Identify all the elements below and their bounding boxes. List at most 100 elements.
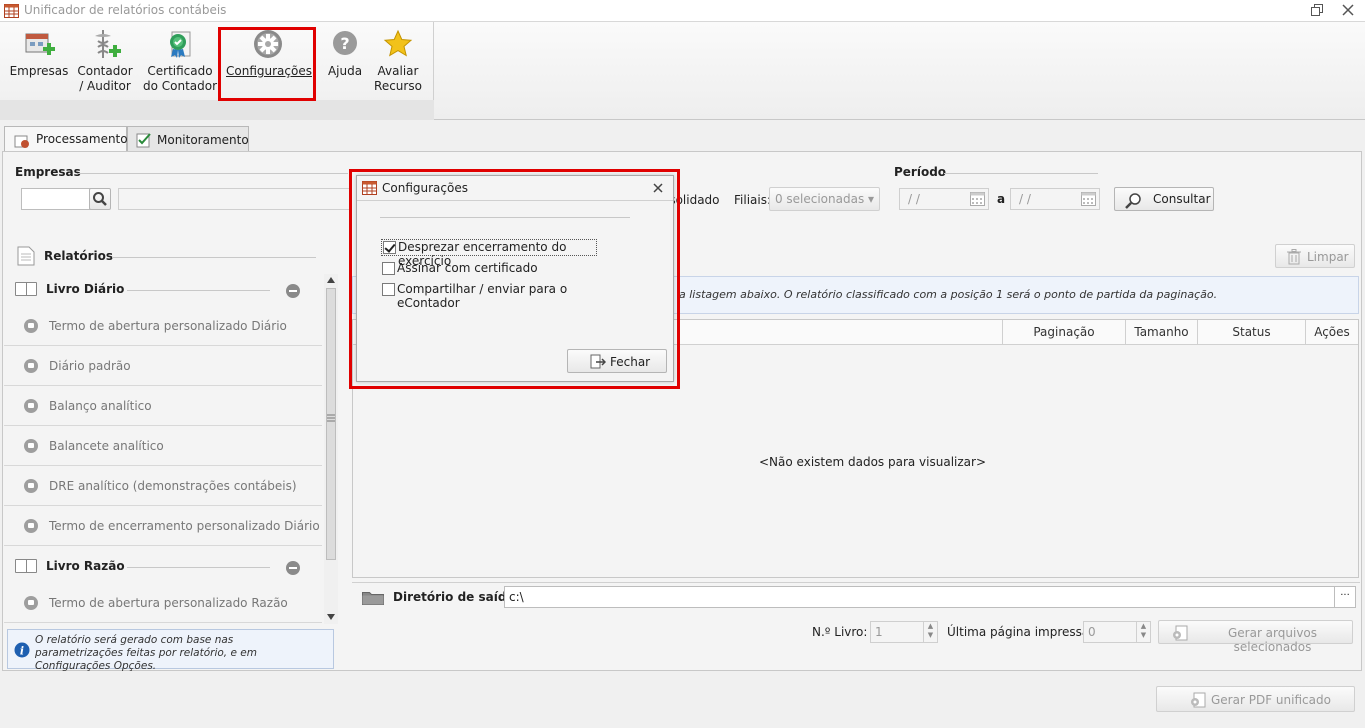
- limpar-label: Limpar: [1307, 250, 1349, 264]
- livro-stepper[interactable]: 1 ▲ ▼: [870, 621, 938, 643]
- search-icon: [93, 192, 107, 206]
- ultima-value: 0: [1088, 625, 1096, 639]
- browse-button[interactable]: ···: [1334, 586, 1356, 608]
- svg-text:?: ?: [340, 34, 349, 53]
- grip-icon: [327, 414, 335, 422]
- date-to-input[interactable]: / /: [1010, 188, 1100, 210]
- svg-text:i: i: [20, 645, 24, 658]
- list-item[interactable]: Termo de abertura personalizado Razão: [4, 583, 322, 623]
- livro-spin-buttons[interactable]: ▲ ▼: [923, 622, 937, 642]
- avaliar-recurso-button[interactable]: Avaliar Recurso: [372, 28, 424, 94]
- empresa-code-input[interactable]: [21, 188, 91, 210]
- group-separator: [127, 290, 270, 291]
- gerar-selecionados-button[interactable]: Gerar arquivos selecionados: [1158, 620, 1353, 654]
- certificado-button[interactable]: Certificado do Contador: [142, 28, 218, 94]
- list-item-label: Balanço analítico: [49, 399, 152, 413]
- list-item[interactable]: Termo de abertura personalizado Diário: [4, 306, 322, 346]
- star-icon: [382, 28, 414, 60]
- restore-icon[interactable]: [1311, 4, 1324, 17]
- scroll-down-icon[interactable]: [327, 614, 335, 620]
- configuracoes-highlight: [218, 27, 316, 101]
- reports-info-box: i O relatório será gerado com base nas p…: [7, 629, 334, 672]
- column-acoes[interactable]: Ações: [1306, 320, 1358, 345]
- tab-monitoramento[interactable]: Monitoramento: [127, 126, 249, 152]
- ajuda-label: Ajuda: [327, 64, 363, 78]
- output-dir-value: c:\: [509, 590, 524, 604]
- dialog-highlight: [349, 169, 680, 389]
- gear-doc-icon: [1191, 692, 1206, 708]
- browse-label: ···: [1340, 590, 1350, 601]
- list-item-label: Termo de encerramento personalizado Diár…: [49, 519, 320, 533]
- empresas-label: Empresas: [9, 64, 69, 78]
- column-paginacao[interactable]: Paginação: [1002, 320, 1126, 345]
- lock-icon: [24, 596, 38, 610]
- contador-auditor-button[interactable]: Contador / Auditor: [76, 28, 134, 94]
- collapse-icon[interactable]: [286, 561, 300, 575]
- empresas-separator: [78, 173, 348, 174]
- list-item[interactable]: DRE analítico (demonstrações contábeis): [4, 466, 322, 506]
- empresa-name-field: [118, 188, 352, 210]
- filiais-value: 0 selecionadas: [774, 192, 865, 206]
- periodo-label: Período: [894, 165, 947, 179]
- chevron-down-icon: ▾: [864, 192, 875, 206]
- list-item[interactable]: Balancete analítico: [4, 426, 322, 466]
- ajuda-button[interactable]: ? Ajuda: [322, 28, 368, 79]
- group-title: Livro Diário: [46, 282, 125, 296]
- consultar-button[interactable]: Consultar: [1114, 187, 1214, 211]
- lock-icon: [24, 399, 38, 413]
- periodo-separator: [944, 173, 1098, 174]
- avaliar-recurso-label: Avaliar Recurso: [374, 64, 422, 93]
- list-item[interactable]: Diário padrão: [4, 346, 322, 386]
- ultima-label: Última página impressa:: [947, 625, 1094, 639]
- lock-icon: [24, 479, 38, 493]
- filiais-dropdown[interactable]: 0 selecionadas ▾: [769, 187, 880, 211]
- list-item-label: Termo de abertura personalizado Razão: [49, 596, 288, 610]
- close-icon[interactable]: [1342, 4, 1354, 16]
- tab-processamento[interactable]: Processamento: [4, 126, 128, 153]
- calendar-icon[interactable]: [970, 192, 985, 206]
- processing-icon: [14, 135, 29, 148]
- document-icon: [17, 246, 35, 266]
- ultima-spin-buttons[interactable]: ▲ ▼: [1136, 622, 1150, 642]
- trash-icon: [1287, 249, 1301, 265]
- date-to-value: / /: [1019, 192, 1031, 206]
- column-status[interactable]: Status: [1198, 320, 1306, 345]
- ultima-stepper[interactable]: 0 ▲ ▼: [1083, 621, 1151, 643]
- scrollbar-thumb[interactable]: [326, 288, 336, 560]
- lock-icon: [24, 319, 38, 333]
- output-dir-label: Diretório de saída:: [393, 590, 520, 604]
- column-label: Status: [1232, 325, 1271, 339]
- list-item[interactable]: Balanço analítico: [4, 386, 322, 426]
- checklist-icon: [136, 133, 151, 148]
- gear-doc-icon: [1173, 625, 1188, 641]
- lock-icon: [24, 439, 38, 453]
- list-item-label: Balancete analítico: [49, 439, 164, 453]
- ribbon-group-footer: [0, 100, 434, 120]
- collapse-icon[interactable]: [286, 284, 300, 298]
- gerar-pdf-button[interactable]: Gerar PDF unificado: [1156, 686, 1355, 712]
- group-title: Livro Razão: [46, 559, 125, 573]
- group-separator: [127, 567, 270, 568]
- window-title: Unificador de relatórios contábeis: [24, 3, 227, 17]
- date-from-value: / /: [908, 192, 920, 206]
- limpar-button[interactable]: Limpar: [1275, 244, 1355, 268]
- livro-label: N.º Livro:: [812, 625, 868, 639]
- reports-scrollbar[interactable]: [324, 274, 338, 624]
- column-tamanho[interactable]: Tamanho: [1126, 320, 1198, 345]
- column-label: Tamanho: [1134, 325, 1189, 339]
- date-from-input[interactable]: / /: [899, 188, 989, 210]
- list-item[interactable]: Termo de encerramento personalizado Diár…: [4, 506, 322, 546]
- empresa-search-button[interactable]: [89, 188, 111, 210]
- group-livro-diario[interactable]: Livro Diário: [4, 270, 322, 306]
- lock-icon: [24, 519, 38, 533]
- output-dir-input[interactable]: c:\: [504, 586, 1335, 608]
- calendar-icon[interactable]: [1081, 192, 1096, 206]
- reports-title: Relatórios: [44, 249, 113, 263]
- reports-info-text: O relatório será gerado com base nas par…: [35, 634, 257, 672]
- scroll-up-icon[interactable]: [327, 277, 335, 283]
- empresas-button[interactable]: Empresas: [8, 28, 70, 79]
- reports-separator: [112, 257, 316, 258]
- group-livro-razao[interactable]: Livro Razão: [4, 547, 322, 583]
- list-item-label: Diário padrão: [49, 359, 131, 373]
- ribbon-group: Empresas Contador / Auditor Certificado …: [0, 22, 434, 120]
